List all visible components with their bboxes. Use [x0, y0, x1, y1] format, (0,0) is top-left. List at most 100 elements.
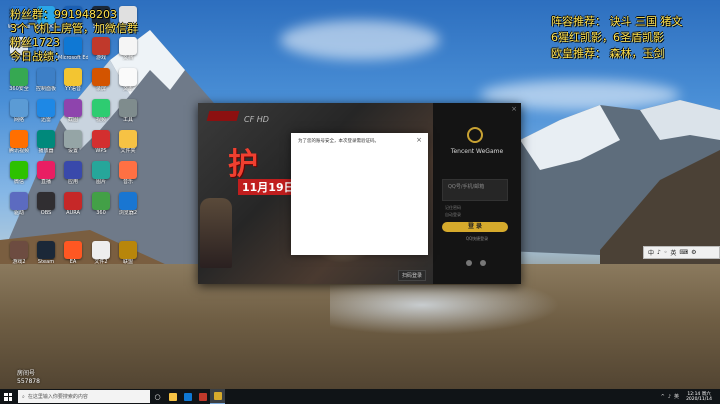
desktop-icon[interactable]: EA — [60, 241, 86, 265]
desktop-icon[interactable]: 360安全 — [6, 68, 32, 92]
edge-icon — [183, 392, 192, 401]
desktop-icon-label: 播放器 — [38, 148, 54, 154]
desktop-icon[interactable]: 控制面板 — [33, 68, 59, 92]
taskbar-app-wegame[interactable] — [210, 389, 225, 404]
desktop-icon-label: 360 — [96, 210, 106, 216]
desktop-icon-label: 联盟 — [122, 259, 133, 265]
desktop-icon[interactable]: 腾讯视频 — [6, 130, 32, 154]
desktop-icon[interactable]: 视频 — [88, 99, 114, 123]
ime-keyboard-icon[interactable]: ⌨ — [679, 249, 688, 256]
close-icon[interactable]: × — [416, 136, 422, 144]
remember-password-checkbox[interactable]: 记住密码 — [445, 205, 461, 211]
desktop-icon[interactable]: 截图 — [60, 99, 86, 123]
task-view-button[interactable]: ○ — [150, 389, 165, 404]
desktop-icon[interactable]: 联盟 — [115, 241, 141, 265]
app-icon — [119, 99, 137, 117]
app-icon — [92, 99, 110, 117]
cf-logo-icon — [206, 111, 240, 121]
desktop-icon-label: 网络 — [13, 117, 24, 123]
close-icon[interactable]: × — [511, 105, 517, 113]
app-icon — [64, 130, 82, 148]
login-button[interactable]: 登 录 — [442, 222, 508, 232]
app-icon — [119, 241, 137, 259]
desktop-icon[interactable]: OBS — [33, 192, 59, 216]
ime-language-bar: 中 ♪ ◦ 英 ⌨ ⚙ — [643, 246, 720, 259]
taskbar: ⌕ 在这里输入你要搜索的内容 ○ ^ ♪ 英 12:14 周六 2020/11/… — [0, 389, 720, 404]
desktop-icon[interactable]: AURA — [60, 192, 86, 216]
auto-login-checkbox[interactable]: 自动登录 — [445, 212, 461, 218]
desktop-icon[interactable]: 工具 — [115, 99, 141, 123]
ime-chinese-toggle[interactable]: 中 — [648, 248, 654, 257]
search-placeholder: 在这里输入你要搜索的内容 — [27, 394, 88, 400]
desktop-icon[interactable]: 直播 — [33, 161, 59, 185]
app-icon — [10, 161, 28, 179]
taskbar-app-game[interactable] — [195, 389, 210, 404]
desktop-icon-label: 视频 — [95, 117, 106, 123]
desktop-icon[interactable]: 应用 — [60, 161, 86, 185]
desktop-icon-label: 工具 — [122, 117, 133, 123]
desktop-icon[interactable]: 文件夹 — [115, 130, 141, 154]
desktop-icon-label: 驱动 — [13, 210, 24, 216]
desktop-icon[interactable]: Steam — [33, 241, 59, 265]
desktop-icon-label: 应用 — [67, 179, 78, 185]
volume-icon[interactable]: ♪ — [668, 394, 671, 400]
desktop-icon-label: 迅雷 — [40, 117, 51, 123]
desktop-icon[interactable]: 迅雷 — [33, 99, 59, 123]
taskbar-app-edge[interactable] — [180, 389, 195, 404]
desktop-icon[interactable]: 文件2 — [88, 241, 114, 265]
desktop-icon[interactable]: 播放器 — [33, 130, 59, 154]
desktop-icon[interactable]: 文本 — [115, 68, 141, 92]
start-button[interactable] — [0, 389, 16, 404]
desktop-icon[interactable]: YY语音 — [60, 68, 86, 92]
desktop-icon-label: 浏览器2 — [118, 210, 138, 216]
app-icon — [37, 130, 55, 148]
search-icon: ⌕ — [22, 393, 25, 400]
ime-moon-icon[interactable]: ♪ — [657, 249, 661, 256]
overlay-line: 3个飞机上房管，加微信群 — [10, 22, 138, 35]
desktop-icon[interactable]: 微信 — [6, 161, 32, 185]
ime-punct-icon[interactable]: ◦ — [664, 249, 668, 256]
taskbar-app-explorer[interactable] — [165, 389, 180, 404]
tray-overflow-icon[interactable]: ^ — [661, 394, 665, 400]
banner-soldier-art — [200, 198, 232, 268]
stream-overlay-left: 粉丝群：9919482​03 3个飞机上房管，加微信群 粉丝1723 今日战绩： — [10, 8, 138, 64]
desktop-icon-label: 录屏 — [95, 86, 106, 92]
desktop-icon[interactable]: 设置 — [60, 130, 86, 154]
wegame-brand: Tencent WeGame — [450, 148, 504, 155]
desktop-icon[interactable]: 图片 — [88, 161, 114, 185]
app-icon — [92, 241, 110, 259]
desktop-icon[interactable]: 录屏 — [88, 68, 114, 92]
taskbar-clock[interactable]: 12:14 周六 2020/11/14 — [682, 392, 716, 402]
taskbar-search-box[interactable]: ⌕ 在这里输入你要搜索的内容 — [18, 390, 150, 403]
app-icon — [10, 68, 28, 86]
desktop-icon-label: 腾讯视频 — [8, 148, 29, 154]
clock-date: 2020/11/14 — [686, 396, 712, 402]
desktop-icon[interactable]: 驱动 — [6, 192, 32, 216]
desktop-icon-label: OBS — [40, 210, 52, 216]
desktop-icon[interactable]: 音乐 — [115, 161, 141, 185]
desktop-icon-label: 游戏2 — [12, 259, 26, 265]
desktop-icon[interactable]: 游戏2 — [6, 241, 32, 265]
wechat-icon[interactable] — [480, 260, 486, 266]
overlay-line: 6猩红凯影，6圣盾凯影 — [551, 31, 664, 44]
verification-message: 为了您的账号安全，本次登录需验证码。 — [298, 139, 379, 144]
app-icon — [119, 68, 137, 86]
app-icon — [92, 68, 110, 86]
qq-icon[interactable] — [466, 260, 472, 266]
banner-headline: 护 — [228, 147, 260, 182]
desktop-icon[interactable]: 网络 — [6, 99, 32, 123]
account-field[interactable]: QQ号/手机/邮箱 — [442, 179, 508, 201]
desktop-icon[interactable]: WPS — [88, 130, 114, 154]
desktop-icon[interactable]: 浏览器2 — [115, 192, 141, 216]
desktop-icon-label: 图片 — [95, 179, 106, 185]
qq-quick-login-link[interactable]: QQ快捷登录 — [433, 236, 521, 242]
ime-settings-icon[interactable]: ⚙ — [691, 249, 696, 256]
ime-english-toggle[interactable]: 英 — [670, 248, 676, 257]
app-icon — [64, 99, 82, 117]
input-language-indicator[interactable]: 英 — [674, 393, 679, 400]
scan-login-button[interactable]: 扫码登录 — [398, 270, 427, 281]
desktop-icon-label: Steam — [37, 259, 55, 265]
desktop-icon-label: 360安全 — [9, 86, 29, 92]
desktop-icon[interactable]: 360 — [88, 192, 114, 216]
app-icon — [37, 68, 55, 86]
